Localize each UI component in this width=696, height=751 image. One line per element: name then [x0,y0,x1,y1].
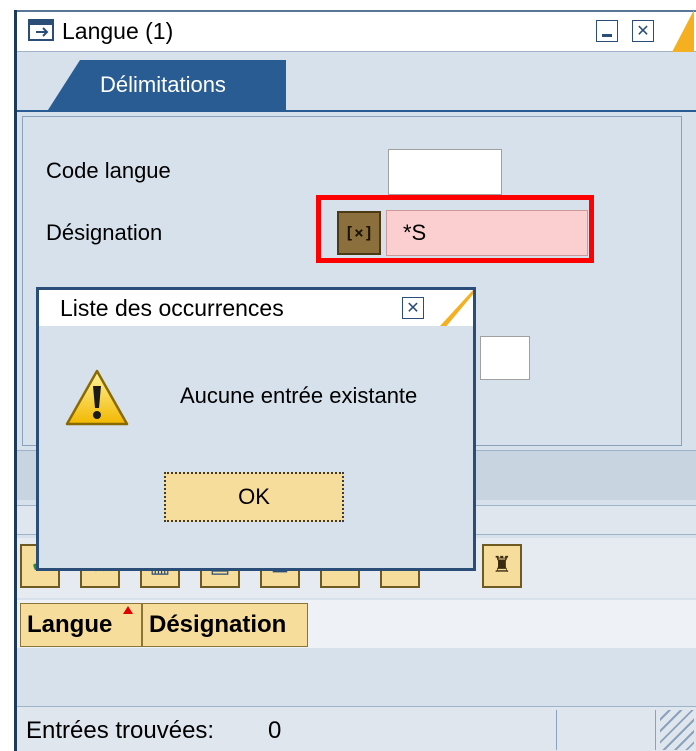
max-hits-input[interactable] [480,336,530,380]
window-icon [28,19,54,41]
status-segment [556,710,656,750]
sort-ascending-icon [123,606,133,614]
toolbar-button-personalize[interactable]: ♜ [482,544,522,588]
occurrences-dialog [36,287,476,571]
result-list [17,648,696,702]
designation-label: Désignation [46,220,163,245]
designation-input[interactable]: *S [386,210,588,256]
code-langue-input[interactable] [388,149,502,195]
dialog-message: Aucune entrée existante [180,383,418,408]
multiple-selection-button[interactable]: [×] [337,211,381,255]
ok-button[interactable]: OK [164,472,344,522]
status-count: 0 [268,717,282,744]
tab-label: Délimitations [100,72,226,97]
window-title: Langue (1) [62,18,174,44]
close-icon: ✕ [406,298,420,317]
warning-icon [65,369,129,426]
status-label: Entrées trouvées: [26,717,215,744]
close-icon: ✕ [636,21,650,40]
close-button[interactable]: ✕ [632,20,654,42]
tab-underline [17,110,696,112]
personalize-icon: ♜ [492,553,512,578]
selection-icon: [×] [344,223,374,242]
minimize-button[interactable] [596,20,618,42]
column-header-designation[interactable]: Désignation [142,603,308,647]
dialog-close-button[interactable]: ✕ [402,297,424,319]
code-langue-label: Code langue [46,158,171,183]
dialog-title: Liste des occurrences [60,295,284,321]
resize-grip-icon[interactable] [660,710,694,750]
